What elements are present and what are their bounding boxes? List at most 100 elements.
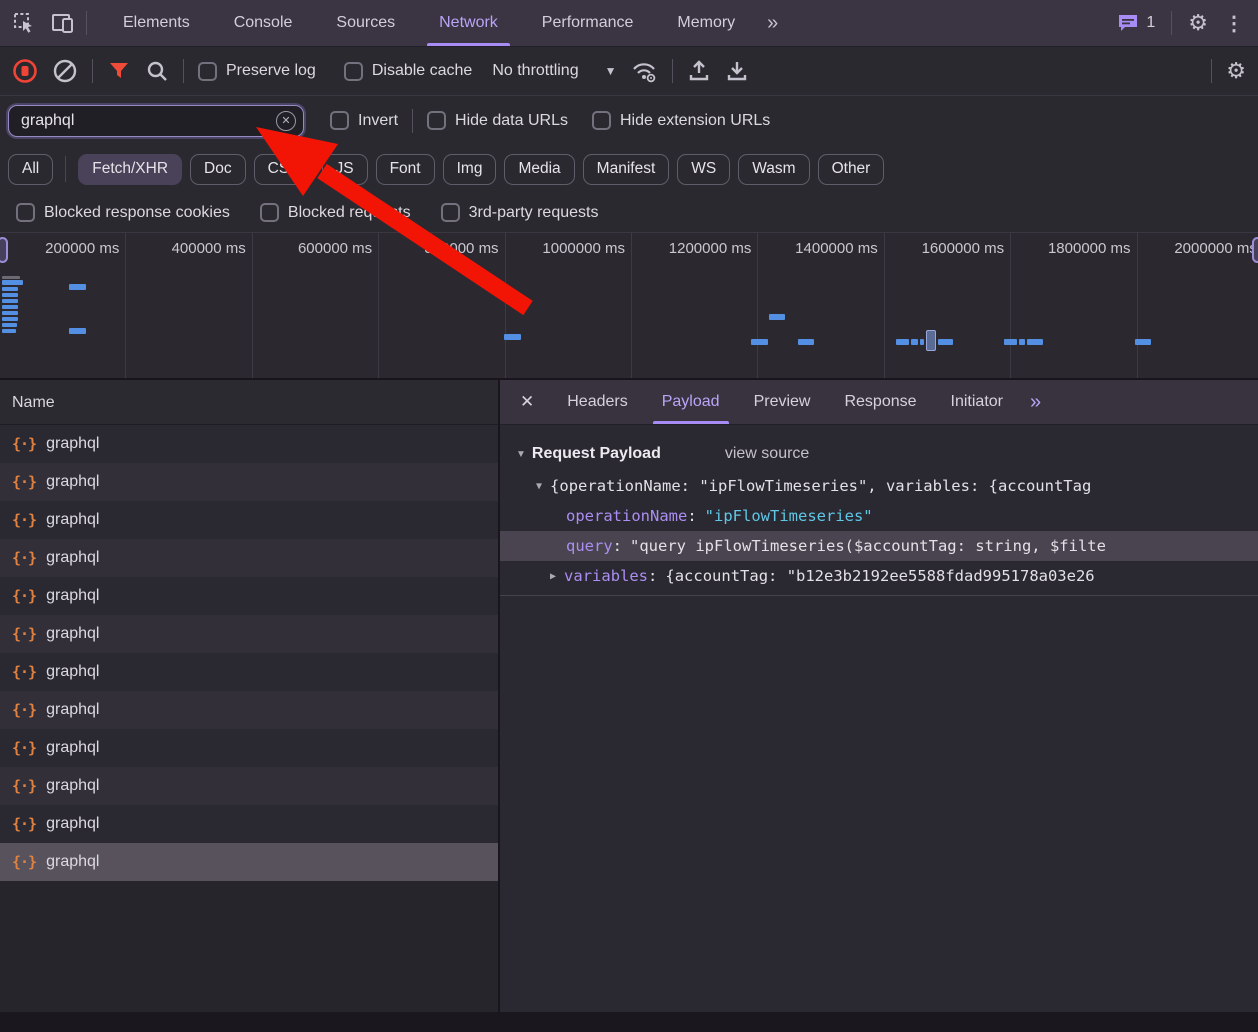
network-conditions-icon[interactable]: [630, 59, 658, 83]
payload-key: query: [566, 537, 613, 555]
hide-extension-urls-checkbox[interactable]: [592, 111, 611, 130]
type-chip-doc[interactable]: Doc: [190, 154, 246, 185]
overview-request-bar: [1004, 339, 1017, 345]
payload-value: "query ipFlowTimeseries($accountTag: str…: [630, 537, 1106, 555]
clear-network-log-icon[interactable]: [52, 58, 78, 84]
message-bubble-icon: [1117, 13, 1139, 33]
overview-request-bar: [2, 287, 18, 291]
inspect-element-icon[interactable]: [12, 11, 36, 35]
issues-badge[interactable]: 1: [1117, 13, 1155, 33]
request-row[interactable]: {·}graphql: [0, 805, 498, 843]
payload-root-node[interactable]: ▼ {operationName: "ipFlowTimeseries", va…: [500, 471, 1258, 501]
request-row[interactable]: {·}graphql: [0, 501, 498, 539]
request-row[interactable]: {·}graphql: [0, 691, 498, 729]
network-overview-timeline[interactable]: 200000 ms400000 ms600000 ms800000 ms1000…: [0, 233, 1258, 380]
type-chip-font[interactable]: Font: [376, 154, 435, 185]
clear-filter-icon[interactable]: ✕: [276, 111, 296, 131]
details-tab-response[interactable]: Response: [827, 380, 933, 424]
hide-data-urls-checkbox-group[interactable]: Hide data URLs: [427, 111, 568, 130]
request-row[interactable]: {·}graphql: [0, 843, 498, 881]
name-column-header[interactable]: Name: [0, 380, 498, 425]
tab-sources[interactable]: Sources: [314, 0, 417, 46]
close-details-icon[interactable]: ✕: [500, 380, 550, 424]
blocked-requests-checkbox[interactable]: [260, 203, 279, 222]
divider: [412, 109, 413, 133]
third-party-checkbox[interactable]: [441, 203, 460, 222]
type-chip-css[interactable]: CSS: [254, 154, 314, 185]
more-tabs-icon[interactable]: »: [757, 0, 786, 46]
third-party-label: 3rd-party requests: [469, 204, 599, 222]
overview-request-bar: [2, 305, 18, 309]
disable-cache-checkbox-group[interactable]: Disable cache: [344, 62, 473, 81]
throttling-select[interactable]: No throttling ▼: [486, 62, 616, 80]
tab-elements[interactable]: Elements: [101, 0, 212, 46]
tab-memory[interactable]: Memory: [655, 0, 757, 46]
type-chip-ws[interactable]: WS: [677, 154, 730, 185]
third-party-checkbox-group[interactable]: 3rd-party requests: [441, 203, 599, 222]
details-tab-headers[interactable]: Headers: [550, 380, 644, 424]
request-row[interactable]: {·}graphql: [0, 653, 498, 691]
request-row[interactable]: {·}graphql: [0, 767, 498, 805]
details-tab-initiator[interactable]: Initiator: [934, 380, 1020, 424]
request-payload-section[interactable]: ▼ Request Payload view source: [500, 437, 1258, 471]
type-chip-img[interactable]: Img: [443, 154, 497, 185]
payload-row-operationName[interactable]: operationName: "ipFlowTimeseries": [500, 501, 1258, 531]
type-chip-media[interactable]: Media: [504, 154, 574, 185]
network-settings-gear-icon[interactable]: ⚙: [1226, 58, 1246, 84]
overview-request-bar: [2, 293, 18, 297]
invert-checkbox[interactable]: [330, 111, 349, 130]
payload-row-variables[interactable]: ▶ variables: {accountTag: "b12e3b2192ee5…: [500, 561, 1258, 591]
overview-selected-marker: [926, 330, 936, 351]
payload-row-query[interactable]: query: "query ipFlowTimeseries($accountT…: [500, 531, 1258, 561]
type-chip-other[interactable]: Other: [818, 154, 885, 185]
tab-performance[interactable]: Performance: [520, 0, 656, 46]
details-tab-preview[interactable]: Preview: [737, 380, 828, 424]
preserve-log-checkbox-group[interactable]: Preserve log: [198, 62, 316, 81]
device-toolbar-icon[interactable]: [50, 11, 76, 35]
request-row[interactable]: {·}graphql: [0, 615, 498, 653]
details-more-tabs-icon[interactable]: »: [1020, 380, 1049, 424]
type-chip-manifest[interactable]: Manifest: [583, 154, 670, 185]
type-chip-fetch-xhr[interactable]: Fetch/XHR: [78, 154, 182, 185]
chevron-down-icon: ▼: [605, 64, 617, 78]
details-tab-payload[interactable]: Payload: [645, 380, 737, 424]
blocked-cookies-checkbox-group[interactable]: Blocked response cookies: [16, 203, 230, 222]
fetch-xhr-icon: {·}: [12, 853, 36, 871]
blocked-requests-checkbox-group[interactable]: Blocked requests: [260, 203, 411, 222]
overview-left-handle[interactable]: [0, 237, 8, 263]
view-source-link[interactable]: view source: [725, 445, 809, 463]
more-filters-row: Blocked response cookies Blocked request…: [0, 193, 1258, 233]
overview-right-handle[interactable]: [1252, 237, 1258, 263]
triangle-right-icon[interactable]: ▶: [550, 571, 556, 582]
request-row[interactable]: {·}graphql: [0, 463, 498, 501]
type-chip-js[interactable]: JS: [322, 154, 368, 185]
request-row[interactable]: {·}graphql: [0, 577, 498, 615]
request-name: graphql: [46, 815, 99, 833]
tab-network[interactable]: Network: [417, 0, 520, 46]
blocked-cookies-checkbox[interactable]: [16, 203, 35, 222]
filter-funnel-icon[interactable]: [107, 59, 131, 83]
import-har-icon[interactable]: [687, 59, 711, 83]
triangle-down-icon[interactable]: ▼: [536, 481, 542, 492]
request-name: graphql: [46, 473, 99, 491]
fetch-xhr-icon: {·}: [12, 739, 36, 757]
record-network-log-icon[interactable]: [12, 58, 38, 84]
divider: [183, 59, 184, 83]
type-chip-all[interactable]: All: [8, 154, 53, 185]
type-chip-wasm[interactable]: Wasm: [738, 154, 809, 185]
kebab-menu-icon[interactable]: ⋮: [1224, 11, 1244, 36]
preserve-log-checkbox[interactable]: [198, 62, 217, 81]
export-har-icon[interactable]: [725, 59, 749, 83]
hide-data-urls-checkbox[interactable]: [427, 111, 446, 130]
filter-input[interactable]: [8, 105, 304, 137]
search-icon[interactable]: [145, 59, 169, 83]
invert-checkbox-group[interactable]: Invert: [330, 111, 398, 130]
request-name: graphql: [46, 739, 99, 757]
settings-gear-icon[interactable]: ⚙: [1188, 10, 1208, 36]
request-row[interactable]: {·}graphql: [0, 425, 498, 463]
tab-console[interactable]: Console: [212, 0, 315, 46]
request-row[interactable]: {·} graphql: [0, 729, 498, 767]
disable-cache-checkbox[interactable]: [344, 62, 363, 81]
hide-extension-urls-checkbox-group[interactable]: Hide extension URLs: [592, 111, 770, 130]
request-row[interactable]: {·}graphql: [0, 539, 498, 577]
